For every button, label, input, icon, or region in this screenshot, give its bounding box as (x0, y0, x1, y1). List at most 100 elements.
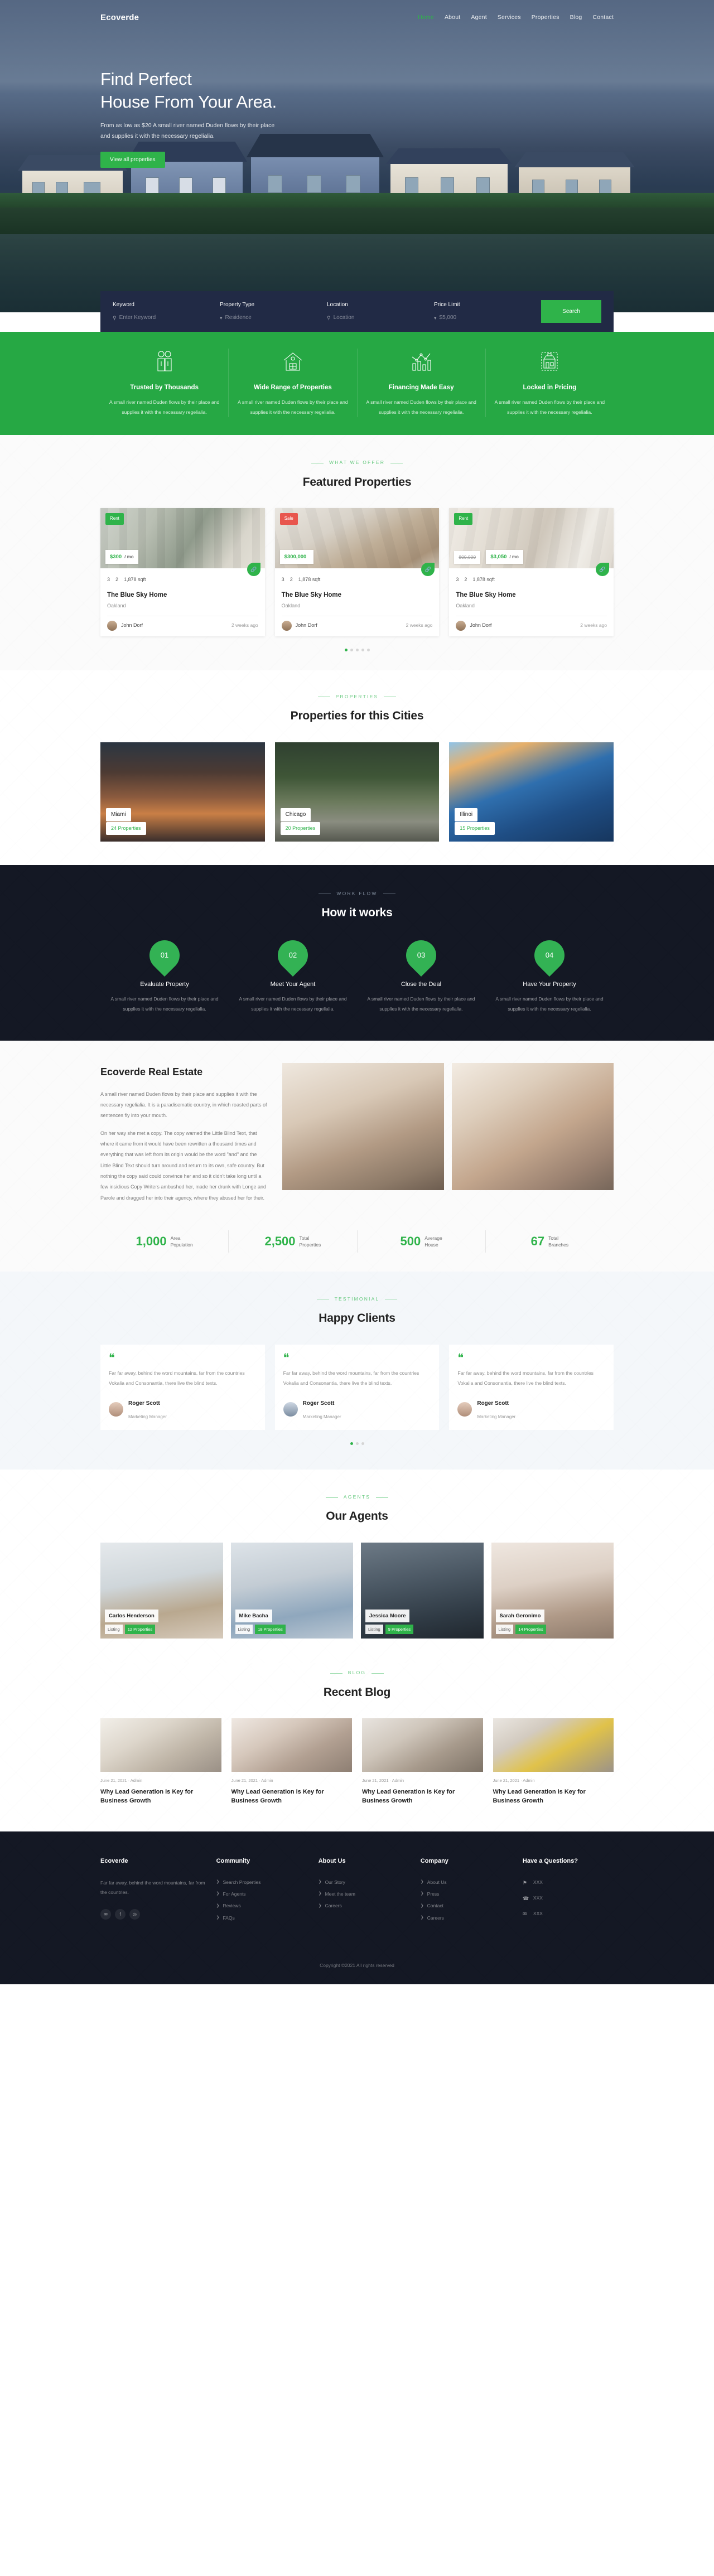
stat-item: 500 Average House (358, 1230, 486, 1253)
agent-name: John Dorf (121, 622, 143, 629)
search-field-property-type[interactable]: Property Type ▾ Residence (220, 300, 327, 323)
blog-post-title[interactable]: Why Lead Generation is Key for Business … (362, 1787, 483, 1806)
footer-link[interactable]: ❯ FAQs (216, 1914, 307, 1922)
city-name: Miami (106, 808, 131, 821)
property-name[interactable]: The Blue Sky Home (456, 589, 607, 601)
search-field-keyword[interactable]: Keyword ⚲ Enter Keyword (113, 300, 220, 323)
price-limit-select[interactable]: $5,000 (440, 313, 457, 323)
footer-link[interactable]: ❯ Search Properties (216, 1878, 307, 1887)
carousel-dot[interactable] (350, 1442, 353, 1446)
blog-card[interactable]: June 21, 2021 · Admin Why Lead Generatio… (100, 1718, 221, 1806)
testimonial-role: Marketing Manager (128, 1414, 167, 1419)
property-card[interactable]: Sale $300,000 🔗 3 2 1,878 sqft The Blue … (274, 508, 440, 636)
baths-count: 2 (464, 577, 467, 583)
twitter-icon[interactable]: ✉ (100, 1909, 111, 1920)
testimonials-eyebrow: TESTIMONIAL (100, 1295, 614, 1303)
agent-card[interactable]: Jessica Moore Listing 9 Properties (361, 1543, 484, 1639)
footer-link[interactable]: ❯ Meet the team (319, 1890, 409, 1898)
carousel-dot[interactable] (350, 648, 353, 651)
city-card[interactable]: Illinoi 15 Properties (449, 742, 614, 842)
cities-eyebrow: PROPERTIES (100, 693, 614, 701)
nav-item-agent[interactable]: Agent (471, 12, 486, 23)
city-card[interactable]: Chicago 20 Properties (274, 742, 440, 842)
nav-item-home[interactable]: Home (418, 12, 434, 23)
footer-link[interactable]: ❯ Careers (421, 1914, 512, 1922)
footer-link[interactable]: ❯ Contact (421, 1902, 512, 1910)
cities-grid: Miami 24 Properties Chicago 20 Propertie… (100, 742, 614, 842)
search-icon: ⚲ (327, 315, 331, 321)
footer-link[interactable]: ❯ For Agents (216, 1890, 307, 1898)
testimonial-carousel-dots[interactable] (100, 1442, 614, 1446)
carousel-dot[interactable] (355, 648, 359, 651)
footer-link[interactable]: ❯ Our Story (319, 1878, 409, 1887)
carousel-dot[interactable] (366, 648, 370, 651)
step-title: Meet Your Agent (270, 980, 316, 988)
testimonial-name: Roger Scott (128, 1400, 160, 1407)
step-number: 01 (160, 950, 169, 959)
nav-item-blog[interactable]: Blog (570, 12, 582, 23)
feature-title: Trusted by Thousands (130, 384, 199, 391)
stat-label-2: Branches (548, 1241, 569, 1248)
agents-section: AGENTS Our Agents Carlos Henderson Listi… (0, 1470, 714, 1664)
price-limit-label: Price Limit (434, 302, 460, 308)
stat-label-1: Average (424, 1235, 442, 1241)
stat-number: 500 (400, 1234, 421, 1249)
property-name[interactable]: The Blue Sky Home (107, 589, 258, 601)
carousel-dot[interactable] (361, 1442, 364, 1446)
nav-item-services[interactable]: Services (498, 12, 521, 23)
property-location: Oakland (456, 603, 475, 609)
footer-contact-address[interactable]: ⚑ XXX (523, 1878, 614, 1887)
nav-item-properties[interactable]: Properties (532, 12, 559, 23)
about-paragraph-2: On her way she met a copy. The copy warn… (100, 1130, 266, 1201)
city-card[interactable]: Miami 24 Properties (100, 742, 265, 842)
nav-item-about[interactable]: About (445, 12, 460, 23)
property-name[interactable]: The Blue Sky Home (282, 589, 433, 601)
footer-link[interactable]: ❯ Reviews (216, 1902, 307, 1910)
blog-card[interactable]: June 21, 2021 · Admin Why Lead Generatio… (231, 1718, 353, 1806)
carousel-dot[interactable] (344, 648, 348, 651)
chevron-down-icon: ▾ (220, 315, 223, 321)
blog-post-title[interactable]: Why Lead Generation is Key for Business … (493, 1787, 614, 1806)
footer-link[interactable]: ❯ About Us (421, 1878, 512, 1887)
blog-card[interactable]: June 21, 2021 · Admin Why Lead Generatio… (493, 1718, 614, 1806)
property-badge: Sale (279, 513, 298, 525)
blog-post-title[interactable]: Why Lead Generation is Key for Business … (100, 1787, 221, 1806)
agent-card[interactable]: Mike Bacha Listing 18 Properties (230, 1543, 353, 1639)
property-location: Oakland (281, 603, 301, 609)
keyword-input[interactable]: Enter Keyword (119, 313, 156, 323)
blog-card[interactable]: June 21, 2021 · Admin Why Lead Generatio… (362, 1718, 483, 1806)
carousel-dots[interactable] (100, 648, 614, 651)
agent-card[interactable]: Carlos Henderson Listing 12 Properties (100, 1543, 223, 1639)
step-title: Close the Deal (401, 980, 442, 988)
avatar (283, 1401, 298, 1417)
step-text: A small river named Duden flows by their… (239, 996, 347, 1012)
footer-link[interactable]: ❯ Careers (319, 1902, 409, 1910)
hero-title-line-1: Find Perfect (100, 69, 192, 89)
search-field-price-limit[interactable]: Price Limit ▾ $5,000 (434, 300, 541, 323)
property-card[interactable]: Rent 800,000 $3,050 / mo 🔗 3 2 1,878 sqf… (449, 508, 614, 636)
footer-contact-phone[interactable]: ☎ XXX (523, 1894, 614, 1903)
property-card[interactable]: Rent $300 / mo 🔗 3 2 1,878 sqft The Blue… (100, 508, 265, 636)
feature-text: A small river named Duden flows by their… (109, 399, 220, 415)
instagram-icon[interactable]: ◎ (129, 1909, 140, 1920)
view-all-properties-button[interactable]: View all properties (100, 151, 165, 168)
carousel-dot[interactable] (355, 1442, 359, 1446)
link-icon[interactable]: 🔗 (247, 563, 260, 577)
posted-time: 2 weeks ago (580, 622, 607, 628)
property-type-select[interactable]: Residence (225, 313, 252, 323)
search-field-location[interactable]: Location ⚲ Location (327, 300, 434, 323)
agent-card[interactable]: Sarah Geronimo Listing 14 Properties (491, 1543, 614, 1639)
chevron-right-icon: ❯ (420, 1903, 424, 1908)
footer-contact-email[interactable]: ✉ XXX (523, 1910, 614, 1918)
site-logo[interactable]: Ecoverde (100, 10, 139, 25)
stat-item: 2,500 Total Properties (229, 1230, 358, 1253)
facebook-icon[interactable]: f (115, 1909, 126, 1920)
blog-post-title[interactable]: Why Lead Generation is Key for Business … (231, 1787, 353, 1806)
nav-item-contact[interactable]: Contact (592, 12, 614, 23)
footer-brand-text: Far far away, behind the word mountains,… (100, 1879, 205, 1896)
footer-link[interactable]: ❯ Press (421, 1890, 512, 1898)
search-button[interactable]: Search (541, 300, 601, 323)
location-input[interactable]: Location (334, 313, 355, 323)
carousel-dot[interactable] (361, 648, 364, 651)
blog-image (362, 1718, 483, 1772)
